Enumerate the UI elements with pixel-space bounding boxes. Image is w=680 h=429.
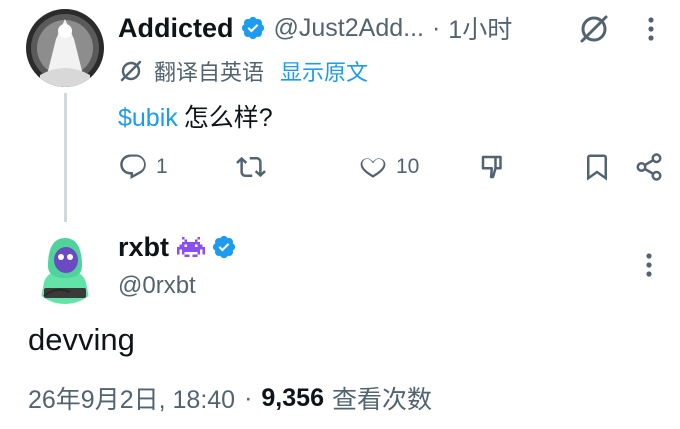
avatar-image	[26, 9, 104, 87]
retweet-icon	[236, 156, 266, 178]
tweet-body-text: 怎么样?	[183, 104, 273, 132]
reply-tweet-header: rxbt	[118, 229, 237, 265]
translated-from-label: 翻译自英语	[154, 60, 265, 85]
translation-row: 翻译自英语 显示原文	[118, 56, 368, 86]
reply-icon	[120, 154, 146, 180]
separator-dot: ·	[431, 13, 441, 42]
reply-tweet-text: devving	[28, 322, 135, 357]
avatar-image	[26, 226, 104, 304]
more-vertical-icon[interactable]	[638, 250, 660, 280]
display-name[interactable]: Addicted	[118, 13, 234, 44]
cashtag-link[interactable]: $ubik	[118, 104, 178, 132]
verified-badge-icon[interactable]	[240, 15, 266, 41]
post-timestamp[interactable]: 26年9月2日, 18:40	[28, 380, 235, 416]
avatar-addicted[interactable]	[26, 9, 104, 87]
verified-badge-icon[interactable]	[211, 234, 237, 260]
reply-count: 1	[156, 155, 168, 178]
dislike-button[interactable]	[478, 150, 508, 184]
reply-button[interactable]: 1	[118, 150, 168, 184]
retweet-button[interactable]	[236, 150, 266, 184]
avatar-rxbt[interactable]	[26, 226, 104, 304]
translate-icon	[120, 60, 142, 82]
alien-monster-emoji	[177, 236, 206, 258]
parent-tweet-text: $ubik 怎么样?	[118, 98, 273, 134]
show-original-link[interactable]: 显示原文	[280, 55, 368, 87]
display-name[interactable]: rxbt	[118, 232, 169, 263]
thumbs-down-icon	[481, 155, 502, 179]
bookmark-icon	[587, 154, 607, 181]
timestamp[interactable]: 1小时	[448, 10, 512, 46]
handle[interactable]: @Just2Add...	[274, 14, 424, 43]
handle[interactable]: @0rxbt	[118, 272, 196, 300]
share-icon	[636, 153, 662, 181]
bookmark-button[interactable]	[582, 150, 612, 184]
heart-icon	[360, 158, 386, 178]
tweet-meta-row: 26年9月2日, 18:40 · 9,356 查看次数	[28, 380, 432, 416]
grok-icon[interactable]	[577, 12, 611, 46]
like-count: 10	[396, 155, 420, 178]
separator-dot: ·	[244, 383, 253, 412]
views-count: 9,356	[261, 383, 324, 412]
thread-connector-line	[64, 93, 67, 222]
parent-tweet-header: Addicted @Just2Add... · 1小时	[118, 10, 512, 46]
like-button[interactable]: 10	[358, 150, 419, 184]
views-label: 查看次数	[331, 386, 432, 414]
share-button[interactable]	[634, 150, 664, 184]
more-vertical-icon[interactable]	[640, 14, 662, 44]
